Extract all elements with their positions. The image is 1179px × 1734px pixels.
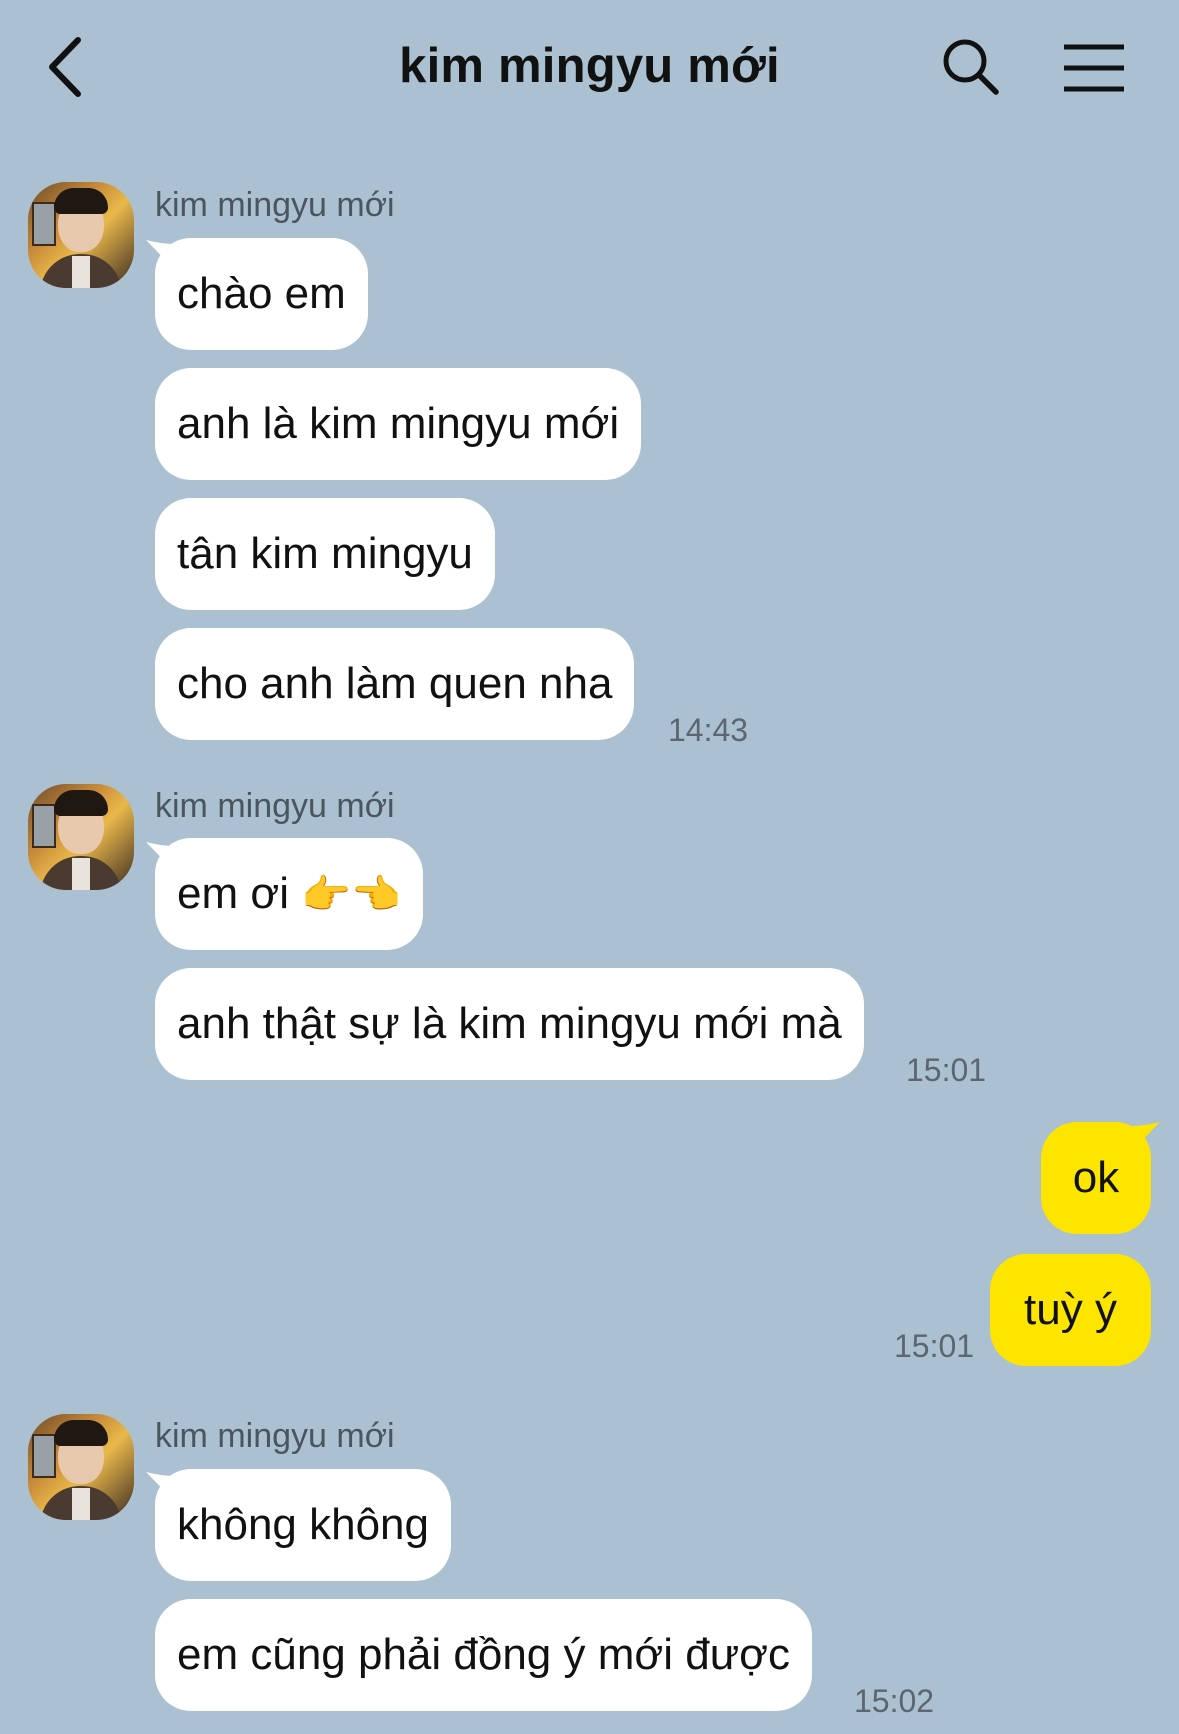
outgoing-message[interactable]: ok <box>1041 1122 1151 1234</box>
chat-title: kim mingyu mới <box>399 39 780 93</box>
avatar[interactable] <box>28 1414 134 1520</box>
incoming-message[interactable]: anh là kim mingyu mới <box>155 368 642 480</box>
message-text: em ơi <box>177 869 289 918</box>
search-button[interactable] <box>940 36 1002 98</box>
pointing-fingers-emoji: 👉👈 <box>301 873 401 917</box>
avatar[interactable] <box>28 182 134 288</box>
incoming-message[interactable]: em ơi 👉👈 <box>155 838 423 950</box>
message-timestamp: 15:01 <box>894 1328 975 1364</box>
outgoing-message[interactable]: tuỳ ý <box>990 1254 1151 1366</box>
incoming-message[interactable]: không không <box>155 1469 451 1581</box>
incoming-message[interactable]: em cũng phải đồng ý mới được <box>155 1599 813 1711</box>
incoming-message[interactable]: tân kim mingyu <box>155 498 495 610</box>
incoming-message[interactable]: cho anh làm quen nha <box>155 628 635 740</box>
incoming-message[interactable]: anh thật sự là kim mingyu mới mà <box>155 968 864 1080</box>
chat-header: kim mingyu mới <box>0 0 1179 140</box>
sender-name: kim mingyu mới <box>155 186 395 224</box>
search-icon <box>943 39 999 95</box>
message-timestamp: 14:43 <box>668 712 749 748</box>
sender-name: kim mingyu mới <box>155 1417 395 1455</box>
avatar[interactable] <box>28 784 134 890</box>
incoming-message[interactable]: chào em <box>155 238 368 350</box>
menu-button[interactable] <box>1062 42 1126 94</box>
sender-name: kim mingyu mới <box>155 787 395 825</box>
message-timestamp: 15:01 <box>906 1052 987 1088</box>
hamburger-menu-icon <box>1064 44 1124 92</box>
message-text: anh thật sự là kim mingyu mới mà <box>177 999 842 1048</box>
message-timestamp: 15:02 <box>854 1683 935 1719</box>
